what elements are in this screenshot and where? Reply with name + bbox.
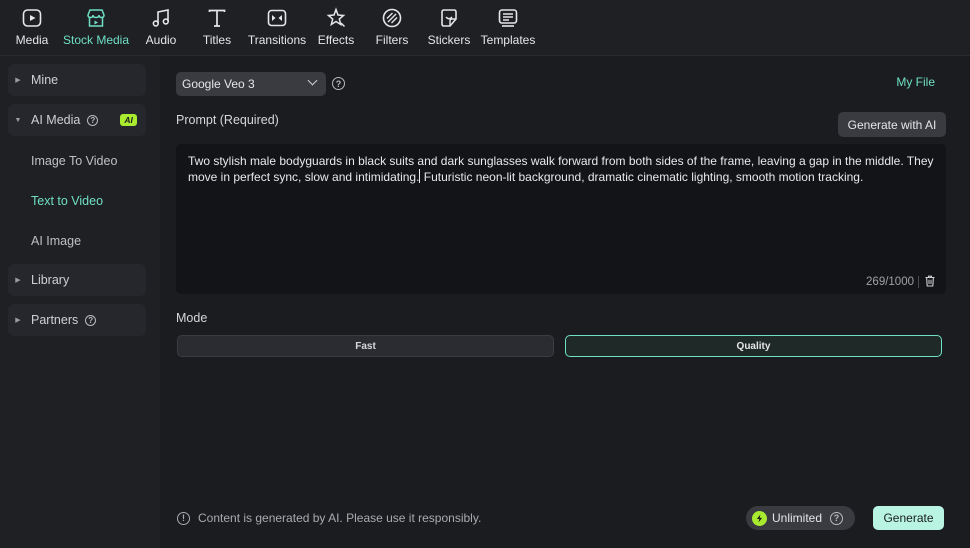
sidebar-sub-image-to-video[interactable]: Image To Video <box>31 154 117 168</box>
stock-media-icon <box>87 9 105 27</box>
toolbar-transitions[interactable]: Transitions <box>247 0 307 56</box>
sidebar-item-ai-media[interactable]: ▼ AI Media ? AI <box>8 104 146 136</box>
text-to-video-panel: Google Veo 3 ? My File Prompt (Required)… <box>160 56 970 548</box>
sidebar-sub-ai-image[interactable]: AI Image <box>31 234 81 248</box>
top-toolbar: Media Stock Media Audio Titles Transitio… <box>0 0 970 56</box>
divider <box>918 276 919 288</box>
bolt-icon <box>752 510 767 526</box>
prompt-textarea[interactable]: Two stylish male bodyguards in black sui… <box>176 144 946 294</box>
caret-down-icon: ▼ <box>14 116 22 124</box>
caret-right-icon: ▶ <box>15 277 21 284</box>
ai-badge: AI <box>120 114 137 126</box>
help-icon[interactable]: ? <box>85 314 97 326</box>
toolbar-templates-label: Templates <box>480 33 536 47</box>
toolbar-templates[interactable]: Templates <box>480 0 536 56</box>
help-icon[interactable]: ? <box>332 77 345 90</box>
sidebar-item-label: Mine <box>31 73 59 87</box>
toolbar-stickers-label: Stickers <box>427 33 471 47</box>
media-icon <box>22 9 42 27</box>
stickers-icon <box>441 9 457 27</box>
model-select[interactable]: Google Veo 3 <box>176 72 326 96</box>
unlimited-credits-pill[interactable]: Unlimited ? <box>746 506 855 530</box>
toolbar-transitions-label: Transitions <box>247 33 307 47</box>
toolbar-media[interactable]: Media <box>14 0 50 56</box>
templates-icon <box>498 9 518 27</box>
transitions-icon <box>267 9 287 27</box>
my-file-link[interactable]: My File <box>896 75 935 89</box>
caret-right-icon: ▶ <box>15 317 21 324</box>
sidebar-item-partners[interactable]: ▶ Partners ? <box>8 304 146 336</box>
toolbar-stock-media-label: Stock Media <box>62 33 130 47</box>
help-icon[interactable]: ? <box>830 511 844 525</box>
filters-icon <box>382 8 402 28</box>
trash-icon[interactable] <box>924 275 936 287</box>
toolbar-titles[interactable]: Titles <box>200 0 234 56</box>
sidebar: ▶ Mine ▼ AI Media ? AI Image To Video Te… <box>0 56 160 548</box>
prompt-text: Two stylish male bodyguards in black sui… <box>188 153 936 185</box>
generate-button[interactable]: Generate <box>873 506 944 530</box>
effects-icon <box>326 7 346 28</box>
titles-icon <box>208 9 226 27</box>
ai-disclaimer-text: Content is generated by AI. Please use i… <box>198 511 482 525</box>
help-icon[interactable]: ? <box>87 114 99 126</box>
sidebar-item-library[interactable]: ▶ Library <box>8 264 146 296</box>
character-counter: 269/1000 <box>866 276 914 288</box>
info-icon: ! <box>177 511 190 525</box>
prompt-label: Prompt (Required) <box>176 113 279 127</box>
sidebar-item-label: AI Media <box>31 113 81 127</box>
audio-icon <box>152 9 169 27</box>
sidebar-item-mine[interactable]: ▶ Mine <box>8 64 146 96</box>
toolbar-audio[interactable]: Audio <box>143 0 179 56</box>
toolbar-stock-media[interactable]: Stock Media <box>62 0 130 56</box>
unlimited-label: Unlimited <box>772 511 823 525</box>
mode-quality-button[interactable]: Quality <box>565 335 942 357</box>
toolbar-effects-label: Effects <box>317 33 355 47</box>
toolbar-filters[interactable]: Filters <box>374 0 410 56</box>
sidebar-item-label: Partners <box>31 313 79 327</box>
sidebar-sub-text-to-video[interactable]: Text to Video <box>31 194 103 208</box>
toolbar-effects[interactable]: Effects <box>316 0 356 56</box>
model-select-value: Google Veo 3 <box>182 77 255 91</box>
caret-right-icon: ▶ <box>15 77 21 84</box>
generate-with-ai-button[interactable]: Generate with AI <box>838 112 946 137</box>
chevron-down-icon <box>307 75 318 86</box>
ai-disclaimer: ! Content is generated by AI. Please use… <box>177 511 481 525</box>
mode-label: Mode <box>176 311 208 325</box>
sidebar-item-label: Library <box>31 273 70 287</box>
mode-fast-button[interactable]: Fast <box>177 335 554 357</box>
toolbar-filters-label: Filters <box>375 33 409 47</box>
toolbar-titles-label: Titles <box>202 33 232 47</box>
toolbar-stickers[interactable]: Stickers <box>427 0 471 56</box>
prompt-text-part-2: Futuristic neon-lit background, dramatic… <box>420 170 864 184</box>
toolbar-audio-label: Audio <box>145 33 177 47</box>
toolbar-media-label: Media <box>15 33 49 47</box>
